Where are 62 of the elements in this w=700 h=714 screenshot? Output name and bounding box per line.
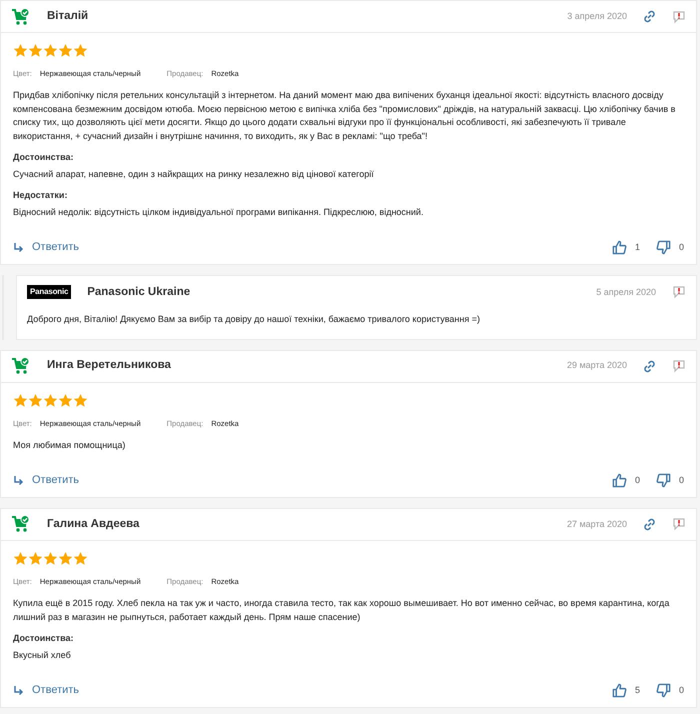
- review-date: 27 марта 2020: [566, 518, 627, 531]
- report-icon[interactable]: [672, 285, 686, 300]
- review-date: 29 марта 2020: [566, 359, 627, 372]
- like-count: 5: [634, 684, 640, 696]
- reply-text: Доброго дня, Віталію! Дякуємо Вам за вибір та довіру до нашої техніки, бажаємо тривалого користування =): [27, 313, 481, 326]
- author-name: Галина Авдеева: [47, 516, 140, 532]
- thumbs-up-icon[interactable]: [612, 682, 627, 698]
- section-heading: Недостатки:: [13, 189, 68, 202]
- reply-date: 5 апреля 2020: [596, 286, 656, 299]
- author-name: Віталій: [47, 8, 88, 24]
- star-icon: [28, 43, 43, 58]
- review-text: Моя любимая помощница): [13, 438, 126, 452]
- dislike-count: 0: [678, 474, 684, 487]
- thumbs-up-icon[interactable]: [612, 240, 627, 255]
- star-icon: [13, 43, 28, 58]
- star-icon: [43, 392, 58, 408]
- section-heading: Достоинства:: [13, 632, 74, 645]
- report-icon[interactable]: [672, 10, 686, 24]
- cart-icon: [11, 357, 31, 375]
- report-icon[interactable]: [672, 517, 686, 532]
- section-text: Вкусный хлеб: [13, 648, 72, 662]
- thumbs-down-icon[interactable]: [656, 240, 671, 255]
- review-text: Придбав хлібопічку після ретельних консультацій з інтернетом. На даний момент маю два випічених буханця ідеальної якості: відсутність власного досвіду компенсована безмежним досвідом ютюба. Моєю первісною метою є випічка хліба без "промислових" дріждів, на натуральній заквасці. Цю хлібопічку бачив в списку тих, що дозволяють цієї мети досягти. Якщо до цього додати схвальні відгуки про її функціональні особливості, які забезпечують її тривале використання, + сучасний дизайн і внутрішнє начиння, то виходить, як у Вас в рекламі: "що треба"!: [13, 89, 676, 143]
- thumbs-up-icon[interactable]: [612, 473, 627, 488]
- star-icon: [73, 392, 88, 408]
- star-icon: [43, 43, 58, 58]
- thumbs-down-icon[interactable]: [656, 473, 671, 488]
- cart-icon: [11, 515, 31, 534]
- like-count: 0: [634, 474, 640, 487]
- dislike-count: 0: [678, 684, 684, 696]
- report-icon[interactable]: [672, 359, 686, 373]
- star-icon: [58, 550, 73, 566]
- reply-button[interactable]: Ответить: [13, 239, 80, 256]
- dislike-count: 0: [678, 240, 684, 254]
- brand-logo: Panasonic: [27, 285, 72, 300]
- star-icon: [13, 550, 28, 566]
- section-text: Сучасний апарат, напевне, один з найкращих на ринку незалежно від цінової категорії: [13, 168, 375, 181]
- review-text: Купила ещё в 2015 году. Хлеб пекла на так уж и часто, иногда ставила тесто, так как хорошо вымешивает. Но вот именно сейчас, во время карантина, когда лишний раз в магазин не рыпнуться, работает каждый день. Прям наше спасение): [13, 597, 670, 624]
- author-name: Инга Веретельникова: [47, 358, 171, 374]
- author-name: Panasonic Ukraine: [87, 284, 190, 300]
- star-icon: [13, 392, 28, 408]
- thumbs-down-icon[interactable]: [656, 682, 671, 698]
- link-icon[interactable]: [643, 518, 656, 531]
- reply-arrow-icon: [13, 475, 24, 486]
- star-icon: [43, 550, 58, 566]
- star-icon: [28, 550, 43, 566]
- star-icon: [58, 43, 73, 58]
- section-heading: Достоинства:: [13, 151, 74, 164]
- section-text: Відносний недолік: відсутність цілком індивідуальної програми випікання. Підкреслюю, відносний.: [13, 206, 424, 219]
- cart-icon: [11, 8, 31, 26]
- link-icon[interactable]: [643, 360, 656, 372]
- star-icon: [58, 392, 73, 408]
- reply-arrow-icon: [13, 242, 24, 253]
- link-icon[interactable]: [643, 10, 656, 23]
- reply-arrow-icon: [13, 684, 24, 696]
- star-icon: [73, 550, 88, 566]
- reply-button[interactable]: Ответить: [13, 472, 80, 489]
- reply-button[interactable]: Ответить: [13, 682, 80, 698]
- star-icon: [73, 43, 88, 58]
- star-icon: [28, 392, 43, 408]
- review-date: 3 апреля 2020: [567, 10, 627, 23]
- like-count: 1: [634, 240, 640, 254]
